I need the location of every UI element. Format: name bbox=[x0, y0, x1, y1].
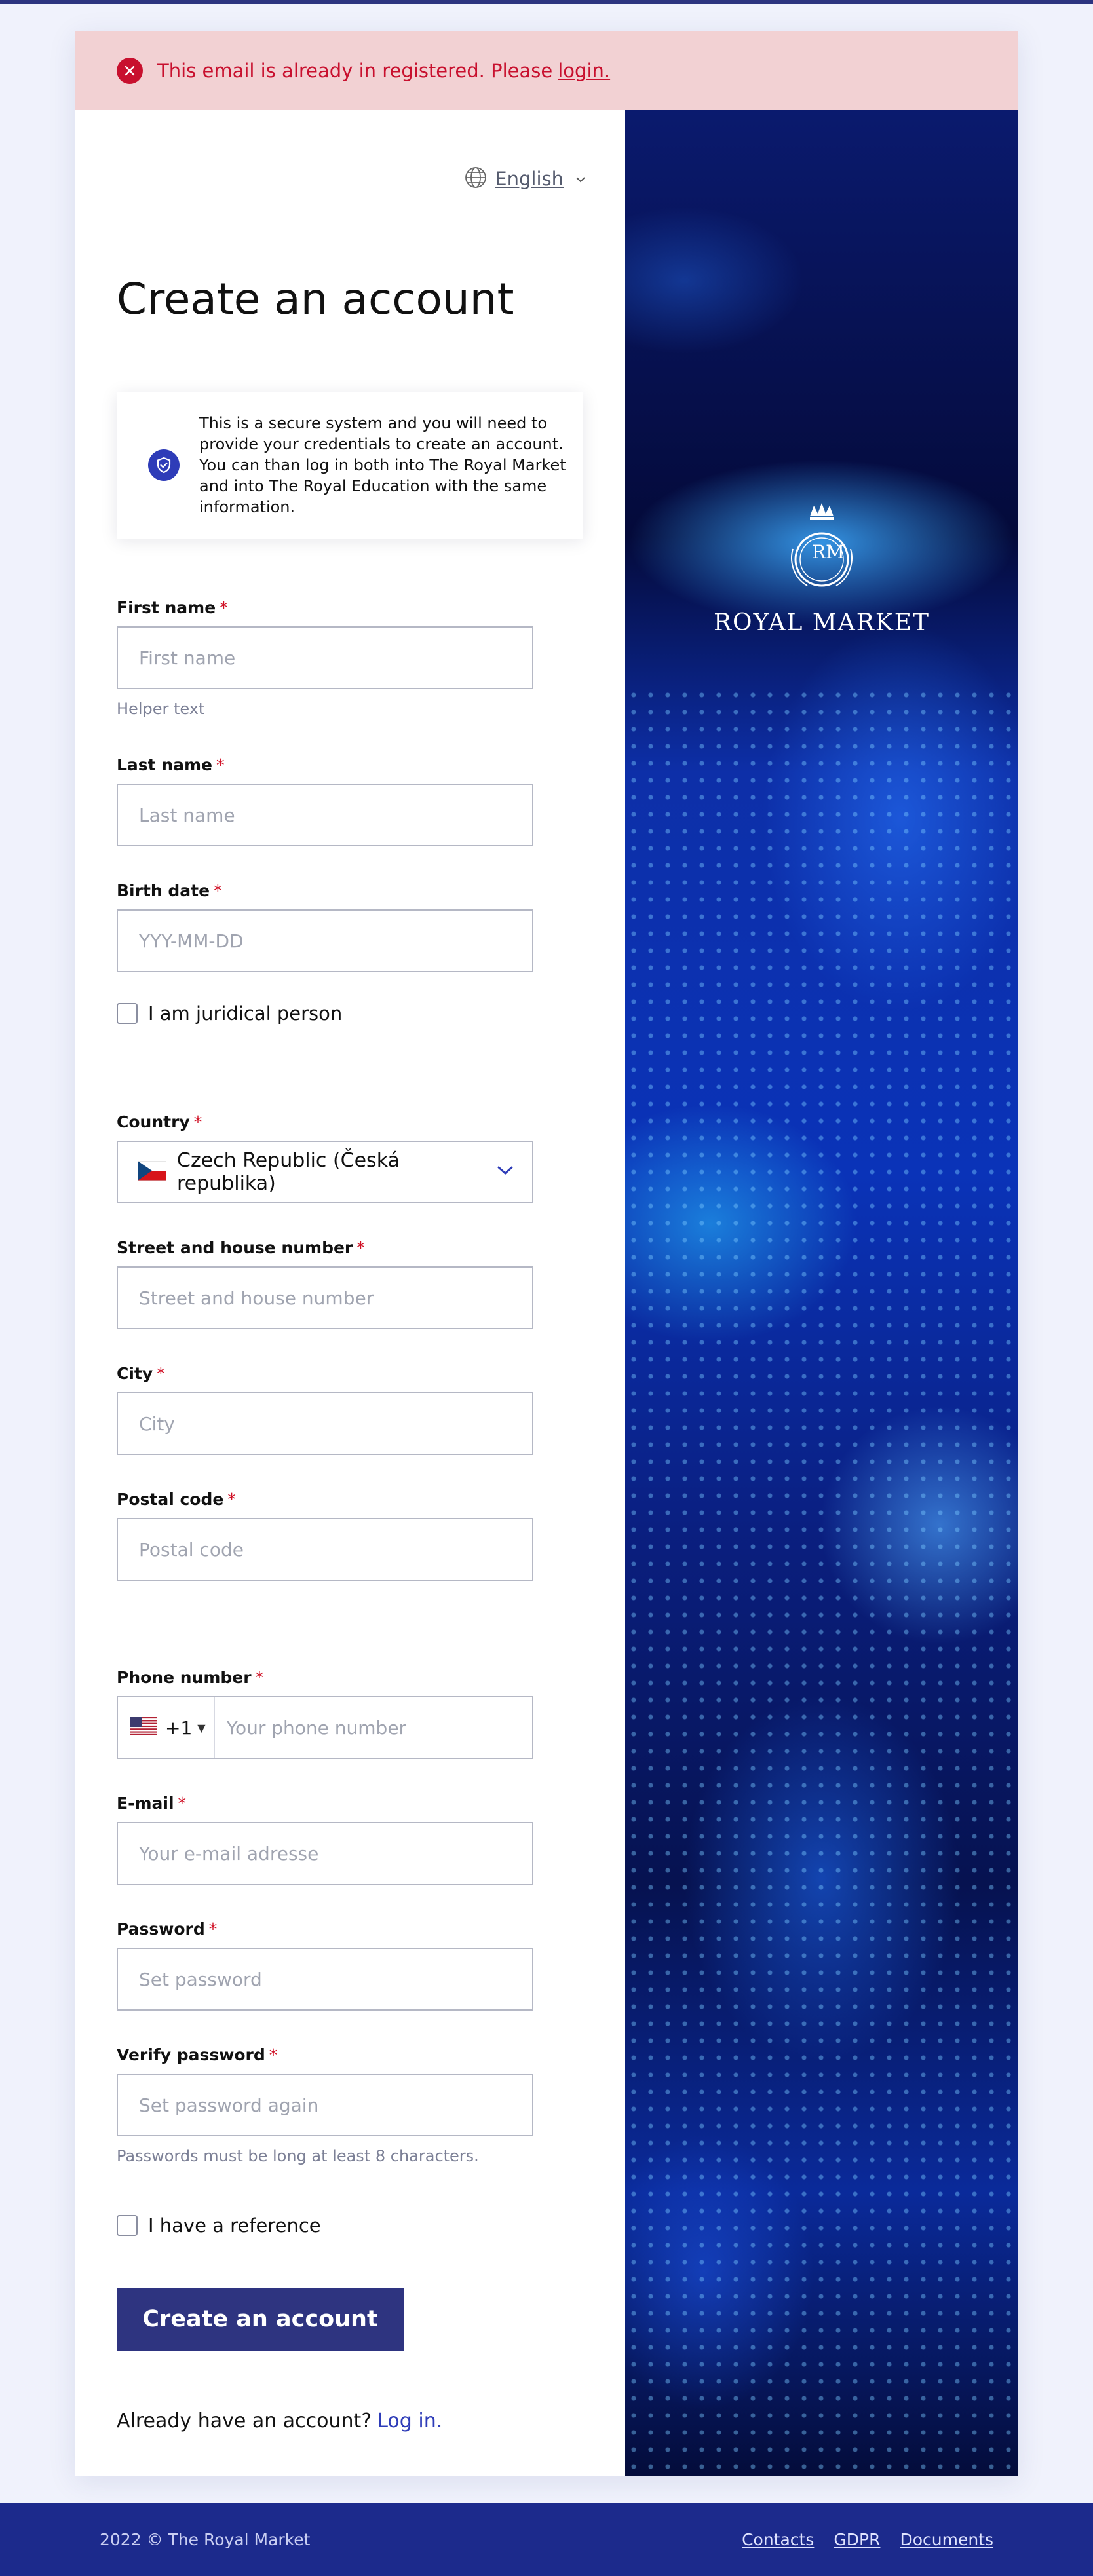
required-marker: * bbox=[216, 755, 225, 774]
brand-name: ROYAL MARKET bbox=[713, 609, 930, 636]
page-title: Create an account bbox=[117, 274, 514, 324]
phone-input[interactable] bbox=[214, 1697, 532, 1758]
security-info-box: This is a secure system and you will nee… bbox=[117, 392, 583, 539]
country-label: Country bbox=[117, 1112, 190, 1131]
error-icon bbox=[117, 58, 143, 84]
first-name-group: First name* Helper text bbox=[117, 598, 533, 718]
city-label: City bbox=[117, 1364, 153, 1383]
city-group: City * bbox=[117, 1364, 533, 1455]
security-info-text: This is a secure system and you will nee… bbox=[199, 414, 566, 516]
us-flag-icon bbox=[130, 1717, 165, 1738]
street-input[interactable] bbox=[117, 1266, 533, 1329]
country-group: Country * Czech Republic (Česká republika… bbox=[117, 1112, 533, 1203]
footer: 2022 © The Royal Market Contacts GDPR Do… bbox=[0, 2503, 1093, 2576]
street-group: Street and house number * bbox=[117, 1238, 533, 1329]
phone-group: Phone number * +1 ▼ Your phone number bbox=[117, 1668, 533, 1759]
first-name-input[interactable] bbox=[117, 626, 533, 689]
footer-link-documents[interactable]: Documents bbox=[900, 2530, 993, 2549]
login-link[interactable]: Log in. bbox=[377, 2410, 442, 2433]
top-accent-bar bbox=[0, 0, 1093, 4]
password-helper: Passwords must be long at least 8 charac… bbox=[117, 2147, 479, 2165]
country-code-dropdown[interactable]: +1 ▼ bbox=[118, 1697, 215, 1758]
juridical-checkbox-row[interactable]: I am juridical person bbox=[117, 1002, 342, 1025]
required-marker: * bbox=[193, 1112, 202, 1131]
error-alert: This email is already in registered. Ple… bbox=[75, 31, 1018, 110]
postal-code-group: Postal code * bbox=[117, 1490, 533, 1581]
country-select[interactable]: Czech Republic (Česká republika) bbox=[117, 1141, 533, 1203]
country-selected-value: Czech Republic (Česká republika) bbox=[177, 1149, 400, 1195]
email-label: E-mail bbox=[117, 1794, 174, 1813]
reference-label: I have a reference bbox=[148, 2214, 321, 2237]
monogram-r: RM bbox=[812, 541, 845, 563]
last-name-group: Last name * bbox=[117, 755, 533, 846]
login-prompt-text: Already have an account? bbox=[117, 2410, 372, 2433]
password-group: Password * bbox=[117, 1920, 533, 2011]
background-dot-pattern bbox=[625, 687, 1018, 2476]
required-marker: * bbox=[220, 598, 228, 617]
footer-link-gdpr[interactable]: GDPR bbox=[834, 2530, 880, 2549]
birth-date-label: Birth date bbox=[117, 881, 210, 900]
required-marker: * bbox=[356, 1238, 365, 1257]
required-marker: * bbox=[208, 1920, 218, 1939]
email-input[interactable] bbox=[117, 1822, 533, 1885]
verify-password-label: Verify password bbox=[117, 2045, 265, 2064]
phone-label: Phone number bbox=[117, 1668, 252, 1687]
brand-panel: RM ROYAL MARKET bbox=[625, 110, 1018, 2476]
postal-code-label: Postal code bbox=[117, 1490, 224, 1509]
birth-date-group: Birth date * bbox=[117, 881, 533, 972]
verify-password-input[interactable] bbox=[117, 2074, 533, 2136]
juridical-checkbox[interactable] bbox=[117, 1003, 138, 1024]
reference-checkbox[interactable] bbox=[117, 2215, 138, 2236]
crown-monogram-icon: RM bbox=[791, 503, 853, 587]
royal-market-logo: RM ROYAL MARKET bbox=[625, 497, 1018, 636]
city-input[interactable] bbox=[117, 1392, 533, 1455]
last-name-input[interactable] bbox=[117, 784, 533, 846]
form-panel: English Create an account This is a secu… bbox=[75, 110, 625, 2476]
required-marker: * bbox=[157, 1364, 165, 1383]
required-marker: * bbox=[269, 2045, 278, 2064]
email-group: E-mail * bbox=[117, 1794, 533, 1885]
verify-password-group: Verify password * Passwords must be long … bbox=[117, 2045, 533, 2165]
birth-date-input[interactable] bbox=[117, 909, 533, 972]
required-marker: * bbox=[227, 1490, 236, 1509]
copyright-text: 2022 © The Royal Market bbox=[100, 2529, 311, 2549]
required-marker: * bbox=[255, 1668, 264, 1687]
login-prompt-row: Already have an account? Log in. bbox=[117, 2410, 442, 2433]
required-marker: * bbox=[178, 1794, 187, 1813]
chevron-down-icon bbox=[497, 1165, 514, 1179]
footer-link-contacts[interactable]: Contacts bbox=[742, 2530, 814, 2549]
alert-message: This email is already in registered. Ple… bbox=[157, 60, 553, 82]
first-name-helper: Helper text bbox=[117, 700, 205, 718]
caret-down-icon: ▼ bbox=[197, 1721, 206, 1734]
language-selector[interactable]: English bbox=[465, 166, 586, 191]
first-name-label: First name bbox=[117, 598, 216, 617]
juridical-label: I am juridical person bbox=[148, 1002, 343, 1025]
street-label: Street and house number bbox=[117, 1238, 353, 1257]
reference-checkbox-row[interactable]: I have a reference bbox=[117, 2214, 321, 2237]
create-account-button[interactable]: Create an account bbox=[117, 2288, 404, 2351]
phone-field: +1 ▼ bbox=[117, 1696, 533, 1759]
password-label: Password bbox=[117, 1920, 205, 1939]
language-label: English bbox=[495, 168, 564, 190]
country-code: +1 bbox=[165, 1716, 193, 1739]
postal-code-input[interactable] bbox=[117, 1518, 533, 1581]
alert-login-link[interactable]: login. bbox=[558, 60, 610, 82]
chevron-down-icon bbox=[575, 173, 586, 185]
globe-icon bbox=[465, 166, 487, 191]
registration-card: This email is already in registered. Ple… bbox=[75, 31, 1018, 2476]
last-name-label: Last name bbox=[117, 755, 213, 774]
czech-flag-icon bbox=[137, 1160, 177, 1183]
shield-check-icon bbox=[148, 449, 180, 481]
password-input[interactable] bbox=[117, 1948, 533, 2011]
required-marker: * bbox=[214, 881, 222, 900]
